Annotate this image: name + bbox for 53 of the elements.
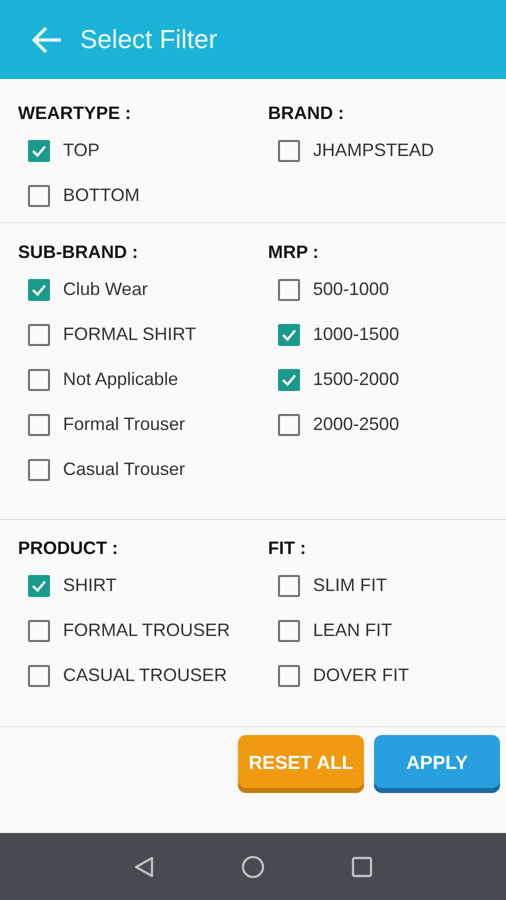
checkmark-icon <box>281 372 297 386</box>
checkbox-label: SLIM FIT <box>313 575 388 596</box>
checkbox[interactable] <box>278 368 300 390</box>
apply-button[interactable]: APPLY <box>374 735 500 793</box>
checkbox[interactable] <box>28 458 50 480</box>
checkbox-label: DOVER FIT <box>313 665 410 686</box>
checkbox-label: CASUAL TROUSER <box>63 665 228 686</box>
checkbox[interactable] <box>278 574 300 596</box>
checkbox[interactable] <box>278 664 300 686</box>
checkmark-icon <box>31 282 47 296</box>
back-icon[interactable] <box>133 854 155 878</box>
checkbox-label: TOP <box>63 140 100 161</box>
group-heading: BRAND : <box>268 102 345 125</box>
checkbox[interactable] <box>28 324 50 346</box>
checkbox[interactable] <box>28 278 50 300</box>
checkbox[interactable] <box>278 414 300 436</box>
checkmark-icon <box>281 328 297 342</box>
checkbox-label: JHAMPSTEAD <box>313 140 434 161</box>
checkbox[interactable] <box>28 368 50 390</box>
checkbox-label: 1000-1500 <box>313 324 400 345</box>
group-heading: SUB-BRAND : <box>18 241 139 264</box>
checkbox-label: 2000-2500 <box>313 414 400 435</box>
checkmark-icon <box>31 144 47 158</box>
checkbox-label: LEAN FIT <box>313 620 392 641</box>
recents-icon[interactable] <box>351 856 373 878</box>
group-heading: WEARTYPE : <box>18 102 132 125</box>
screen-title: Select Filter <box>80 24 218 55</box>
group-heading: PRODUCT : <box>18 537 119 560</box>
checkbox-label: FORMAL SHIRT <box>63 324 196 345</box>
home-icon[interactable] <box>241 854 265 878</box>
checkbox-label: Casual Trouser <box>63 459 186 480</box>
checkbox[interactable] <box>28 620 50 642</box>
checkbox[interactable] <box>28 184 50 206</box>
group-heading: FIT : <box>268 537 307 560</box>
checkbox[interactable] <box>28 140 50 162</box>
checkbox-label: SHIRT <box>63 575 117 596</box>
checkbox-label: BOTTOM <box>63 185 140 206</box>
checkbox[interactable] <box>278 620 300 642</box>
checkbox-label: 500-1000 <box>313 279 390 300</box>
checkbox[interactable] <box>28 664 50 686</box>
checkbox-label: 1500-2000 <box>313 369 400 390</box>
checkbox[interactable] <box>278 278 300 300</box>
group-heading: MRP : <box>268 241 320 264</box>
checkbox[interactable] <box>278 140 300 162</box>
checkbox[interactable] <box>278 324 300 346</box>
checkbox-label: Club Wear <box>63 279 148 300</box>
checkbox-label: FORMAL TROUSER <box>63 620 230 641</box>
checkbox-label: Not Applicable <box>63 369 178 390</box>
checkbox[interactable] <box>28 574 50 596</box>
checkmark-icon <box>31 578 47 592</box>
reset-all-button[interactable]: RESET ALL <box>238 735 364 793</box>
checkbox[interactable] <box>28 414 50 436</box>
checkbox-label: Formal Trouser <box>63 414 186 435</box>
